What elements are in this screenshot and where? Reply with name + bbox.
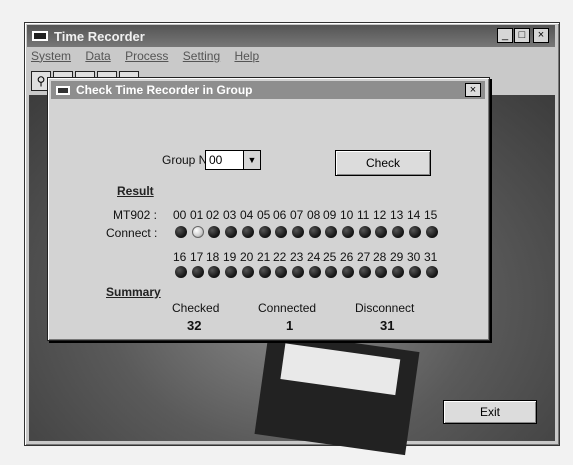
disconnect-value: 31 — [380, 318, 395, 333]
exit-button[interactable]: Exit — [443, 400, 537, 424]
recorder-id-28: 28 — [373, 250, 387, 264]
recorder-id-01: 01 — [190, 208, 204, 222]
group-select-value: 00 — [209, 153, 223, 167]
connection-led-00 — [175, 226, 187, 238]
connection-led-05 — [259, 226, 271, 238]
recorder-id-04: 04 — [240, 208, 254, 222]
recorder-id-08: 08 — [307, 208, 321, 222]
recorder-id-09: 09 — [323, 208, 337, 222]
menu-data[interactable]: Data — [85, 49, 110, 63]
model-label: MT902 : — [113, 208, 158, 222]
connection-led-29 — [392, 266, 404, 278]
time-card-image — [254, 330, 420, 456]
connection-led-10 — [342, 226, 354, 238]
menu-system[interactable]: System — [31, 49, 71, 63]
connected-label: Connected — [258, 301, 317, 315]
recorder-id-11: 11 — [357, 208, 370, 222]
connection-led-18 — [208, 266, 220, 278]
recorder-id-16: 16 — [173, 250, 187, 264]
connection-led-28 — [375, 266, 387, 278]
connection-led-17 — [192, 266, 204, 278]
time-card-label — [280, 343, 401, 396]
connection-led-03 — [225, 226, 237, 238]
recorder-id-02: 02 — [206, 208, 220, 222]
recorder-id-12: 12 — [373, 208, 387, 222]
recorder-id-22: 22 — [273, 250, 287, 264]
recorder-id-00: 00 — [173, 208, 187, 222]
menu-process[interactable]: Process — [125, 49, 168, 63]
connection-led-16 — [175, 266, 187, 278]
recorder-id-07: 07 — [290, 208, 304, 222]
recorder-id-18: 18 — [206, 250, 220, 264]
recorder-id-10: 10 — [340, 208, 354, 222]
dialog-title: Check Time Recorder in Group — [76, 83, 253, 97]
check-button[interactable]: Check — [335, 150, 431, 176]
window-title: Time Recorder — [54, 28, 145, 44]
connection-led-07 — [292, 226, 304, 238]
connection-led-14 — [409, 226, 421, 238]
minimize-button[interactable]: _ — [497, 28, 513, 43]
menu-help[interactable]: Help — [234, 49, 259, 63]
connection-led-13 — [392, 226, 404, 238]
group-select[interactable]: 00 ▼ — [205, 150, 261, 170]
connection-led-11 — [359, 226, 371, 238]
connection-led-21 — [259, 266, 271, 278]
connection-led-02 — [208, 226, 220, 238]
connection-led-08 — [309, 226, 321, 238]
recorder-id-15: 15 — [424, 208, 438, 222]
connect-label: Connect : — [106, 226, 158, 240]
checked-value: 32 — [187, 318, 202, 333]
recorder-id-29: 29 — [390, 250, 404, 264]
recorder-id-23: 23 — [290, 250, 304, 264]
recorder-id-27: 27 — [357, 250, 371, 264]
checked-label: Checked — [172, 301, 220, 315]
connected-value: 1 — [286, 318, 294, 333]
result-heading: Result — [117, 184, 154, 198]
dialog-title-bar[interactable]: Check Time Recorder in Group × — [51, 81, 485, 99]
connection-led-23 — [292, 266, 304, 278]
recorder-id-30: 30 — [407, 250, 421, 264]
app-icon — [32, 31, 48, 41]
connection-led-26 — [342, 266, 354, 278]
title-bar[interactable]: Time Recorder _ □ × — [27, 25, 555, 47]
recorder-id-03: 03 — [223, 208, 237, 222]
dialog-close-button[interactable]: × — [465, 83, 481, 97]
connection-led-27 — [359, 266, 371, 278]
recorder-id-14: 14 — [407, 208, 421, 222]
disconnect-label: Disconnect — [355, 301, 415, 315]
recorder-id-05: 05 — [257, 208, 271, 222]
recorder-id-31: 31 — [424, 250, 438, 264]
recorder-id-19: 19 — [223, 250, 237, 264]
connection-led-30 — [409, 266, 421, 278]
connection-led-01 — [192, 226, 204, 238]
recorder-id-25: 25 — [323, 250, 337, 264]
summary-heading: Summary — [106, 285, 161, 299]
recorder-id-17: 17 — [190, 250, 204, 264]
connection-led-31 — [426, 266, 438, 278]
maximize-button[interactable]: □ — [514, 28, 530, 43]
recorder-id-20: 20 — [240, 250, 254, 264]
connection-led-12 — [375, 226, 387, 238]
connection-led-20 — [242, 266, 254, 278]
connection-led-19 — [225, 266, 237, 278]
dialog-icon — [56, 85, 70, 95]
connection-led-09 — [325, 226, 337, 238]
connection-led-25 — [325, 266, 337, 278]
close-button[interactable]: × — [533, 28, 549, 43]
connection-led-24 — [309, 266, 321, 278]
chevron-down-icon[interactable]: ▼ — [243, 151, 260, 169]
recorder-id-26: 26 — [340, 250, 354, 264]
connection-led-15 — [426, 226, 438, 238]
connection-led-06 — [275, 226, 287, 238]
menu-bar: System Data Process Setting Help — [31, 49, 270, 63]
connection-led-04 — [242, 226, 254, 238]
recorder-id-21: 21 — [257, 250, 271, 264]
recorder-id-13: 13 — [390, 208, 404, 222]
menu-setting[interactable]: Setting — [183, 49, 220, 63]
recorder-id-24: 24 — [307, 250, 321, 264]
recorder-id-06: 06 — [273, 208, 287, 222]
connection-led-22 — [275, 266, 287, 278]
